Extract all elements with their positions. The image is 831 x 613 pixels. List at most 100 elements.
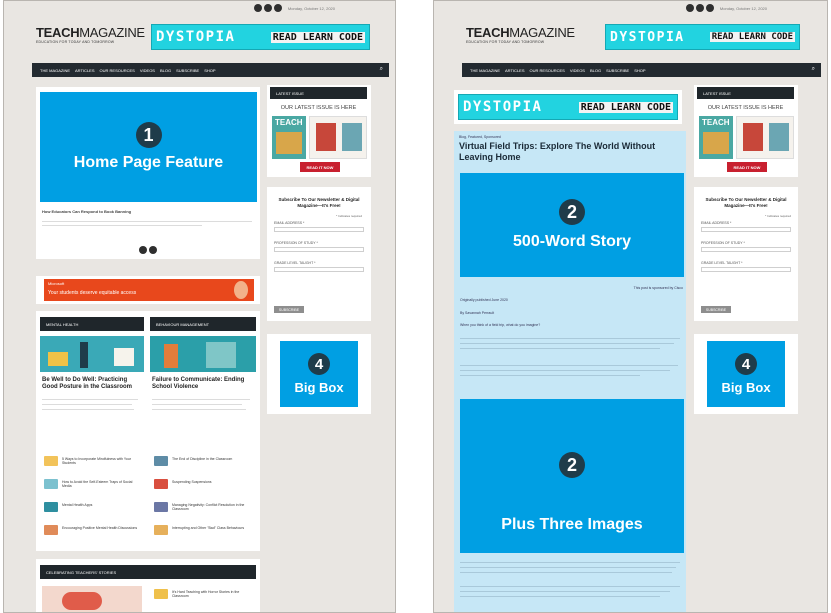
grade-select[interactable] xyxy=(274,267,364,272)
nav-item-blog[interactable]: BLOG xyxy=(160,68,171,73)
zone-label: Home Page Feature xyxy=(73,154,224,171)
col1-headline[interactable]: Be Well to Do Well: Practicing Good Post… xyxy=(42,377,142,391)
banner-word2: READ LEARN CODE xyxy=(709,32,795,42)
email-label: EMAIL ADDRESS * xyxy=(701,221,732,225)
required-note: * Indicates required xyxy=(765,214,791,218)
newsletter-title: Subscribe To Our Newsletter & Digital Ma… xyxy=(278,197,360,208)
article-kicker[interactable]: Blog, Featured, Sponsored xyxy=(459,135,501,139)
nav-item-resources[interactable]: OUR RESOURCES xyxy=(100,68,135,73)
read-now-button[interactable]: READ IT NOW xyxy=(300,162,340,172)
microsoft-ad[interactable]: Microsoft Your students deserve equitabl… xyxy=(44,279,254,301)
nav-item-blog[interactable]: BLOG xyxy=(590,68,601,73)
banner-word1: DYSTOPIA xyxy=(610,29,685,45)
nav-item-magazine[interactable]: THE MAGAZINE xyxy=(470,68,500,73)
subscribe-button[interactable]: SUBSCRIBE xyxy=(274,306,304,313)
nav-item-magazine[interactable]: THE MAGAZINE xyxy=(40,68,70,73)
list-thumb xyxy=(44,456,58,466)
zone-home-feature[interactable]: 1 Home Page Feature xyxy=(40,92,257,202)
profession-field[interactable] xyxy=(274,247,364,252)
profession-field[interactable] xyxy=(701,247,791,252)
list-thumb xyxy=(154,479,168,489)
carousel-controls xyxy=(139,246,157,254)
social-icon[interactable] xyxy=(685,4,694,12)
col2-image[interactable] xyxy=(150,336,256,372)
zone-number-badge: 1 xyxy=(135,122,162,148)
list-item[interactable]: Encouraging Positive Mental Health Discu… xyxy=(62,526,142,530)
nav-item-subscribe[interactable]: SUBSCRIBE xyxy=(176,68,199,73)
social-icon[interactable] xyxy=(253,4,262,12)
read-now-button[interactable]: READ IT NOW xyxy=(727,162,767,172)
email-field[interactable] xyxy=(274,227,364,232)
zone-label: 500-Word Story xyxy=(513,233,631,250)
nav-item-resources[interactable]: OUR RESOURCES xyxy=(530,68,565,73)
top-banner-ad[interactable]: DYSTOPIA READ LEARN CODE xyxy=(605,24,800,50)
banner-word2: READ LEARN CODE xyxy=(270,31,365,43)
list-item[interactable]: How to Avoid the Self-Esteem Traps of So… xyxy=(62,480,142,488)
zone-big-box[interactable]: 4 Big Box xyxy=(707,341,785,407)
social-icon[interactable] xyxy=(705,4,714,12)
nav-item-shop[interactable]: SHOP xyxy=(634,68,645,73)
article-banner-ad[interactable]: DYSTOPIA READ LEARN CODE xyxy=(458,94,678,120)
list-item[interactable]: Managing Negativity: Conflict Resolution… xyxy=(172,503,252,511)
zone-number-badge: 2 xyxy=(559,199,585,225)
list-thumb xyxy=(154,502,168,512)
latest-issue-sub: OUR LATEST ISSUE IS HERE xyxy=(280,105,357,111)
col2-headline[interactable]: Failure to Communicate: Ending School Vi… xyxy=(152,377,252,391)
zone-number-badge: 2 xyxy=(559,452,585,478)
site-logo[interactable]: TEACHMAGAZINE EDUCATION FOR TODAY AND TO… xyxy=(36,26,145,44)
feature-caption[interactable]: How Educators Can Respond to Book Bannin… xyxy=(42,209,131,214)
magazine-spread xyxy=(309,116,367,159)
nav-item-articles[interactable]: ARTICLES xyxy=(75,68,95,73)
search-icon[interactable]: ⌕ xyxy=(812,66,815,73)
nav-item-shop[interactable]: SHOP xyxy=(204,68,215,73)
magazine-cover[interactable]: TEACH xyxy=(699,116,733,159)
social-bar: Monday, October 12, 2020 xyxy=(253,4,335,12)
logo-suffix: MAGAZINE xyxy=(509,25,575,40)
nav-item-subscribe[interactable]: SUBSCRIBE xyxy=(606,68,629,73)
site-logo[interactable]: TEACHMAGAZINE EDUCATION FOR TODAY AND TO… xyxy=(466,26,575,44)
social-icon[interactable] xyxy=(263,4,272,12)
list-item[interactable]: Suspending Suspensions xyxy=(172,480,252,484)
col2-header[interactable]: BEHAVIOUR MANAGEMENT xyxy=(150,317,256,331)
article-page-mockup: Monday, October 12, 2020 TEACHMAGAZINE E… xyxy=(433,0,828,613)
social-icon[interactable] xyxy=(273,4,282,12)
ad-photo xyxy=(234,281,248,299)
list-item[interactable]: 5 Ways to Incorporate Mindfulness with Y… xyxy=(62,457,142,465)
nav-item-videos[interactable]: VIDEOS xyxy=(140,68,155,73)
date-text: Monday, October 12, 2020 xyxy=(719,5,767,11)
subscribe-button[interactable]: SUBSCRIBE xyxy=(701,306,731,313)
logo-suffix: MAGAZINE xyxy=(79,25,145,40)
zone-three-images[interactable]: 2 Plus Three Images xyxy=(460,399,684,553)
grade-label: GRADE LEVEL TAUGHT * xyxy=(701,261,743,265)
nav-item-videos[interactable]: VIDEOS xyxy=(570,68,585,73)
magazine-cover[interactable]: TEACH xyxy=(272,116,306,159)
nav-item-articles[interactable]: ARTICLES xyxy=(505,68,525,73)
zone-label: Big Box xyxy=(294,380,344,395)
next-icon[interactable] xyxy=(149,246,157,254)
list-item[interactable]: Interrupting and Other "Bad" Class Behav… xyxy=(172,526,252,530)
zone-number-badge: 4 xyxy=(308,353,330,375)
cover-title: TEACH xyxy=(275,118,303,127)
social-bar: Monday, October 12, 2020 xyxy=(685,4,767,12)
celebrating-image[interactable] xyxy=(42,586,142,612)
zone-big-box[interactable]: 4 Big Box xyxy=(280,341,358,407)
social-icon[interactable] xyxy=(695,4,704,12)
col1-image[interactable] xyxy=(40,336,144,372)
col1-header[interactable]: MENTAL HEALTH xyxy=(40,317,144,331)
email-field[interactable] xyxy=(701,227,791,232)
prev-icon[interactable] xyxy=(139,246,147,254)
magazine-spread xyxy=(736,116,794,159)
list-thumb xyxy=(44,479,58,489)
date-text: Monday, October 12, 2020 xyxy=(287,5,335,11)
celebrating-header[interactable]: CELEBRATING TEACHERS' STORIES xyxy=(40,565,256,579)
banner-word2: READ LEARN CODE xyxy=(578,101,673,113)
search-icon[interactable]: ⌕ xyxy=(380,66,383,73)
grade-select[interactable] xyxy=(701,267,791,272)
byline: By Savannah Perrault xyxy=(460,311,495,315)
list-item[interactable]: It's Hard Teaching with Horror Stories i… xyxy=(172,590,252,598)
top-banner-ad[interactable]: DYSTOPIA READ LEARN CODE xyxy=(151,24,370,50)
list-item[interactable]: Mental Health Apps xyxy=(62,503,142,507)
zone-500-word-story[interactable]: 2 500-Word Story xyxy=(460,173,684,277)
list-item[interactable]: The End of Discipline in the Classroom xyxy=(172,457,252,461)
list-thumb xyxy=(44,502,58,512)
